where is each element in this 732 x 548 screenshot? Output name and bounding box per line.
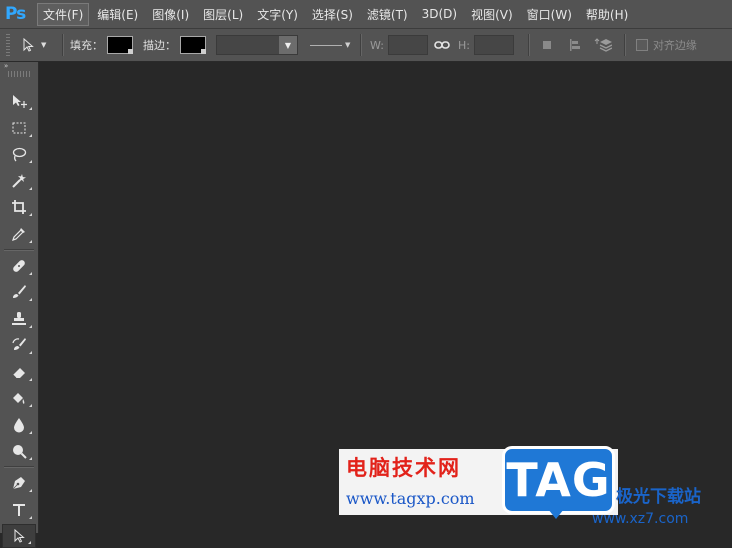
stroke-width-dropdown[interactable]: ▼ [216,35,298,55]
path-selection-tool[interactable] [2,524,36,548]
width-input[interactable] [387,35,428,55]
toolbox-divider [4,466,34,468]
stroke-line-preview [310,44,342,46]
stamp-icon [12,311,26,325]
path-select-arrow-icon [23,37,34,52]
lasso-icon [12,147,27,162]
paint-bucket-icon [13,393,25,404]
path-selection-arrow-icon [14,528,25,543]
watermark-site-name: 极光下载站 [616,487,701,507]
paint-bucket-tool[interactable] [2,386,36,410]
menu-edit[interactable]: 编辑(E) [91,3,144,26]
lasso-tool[interactable] [2,142,36,166]
menu-file[interactable]: 文件(F) [37,2,90,26]
collapse-toolbox-icon[interactable]: » [0,62,38,70]
menu-type[interactable]: 文字(Y) [251,3,304,26]
menu-select[interactable]: 选择(S) [306,3,359,26]
menu-bar: Ps 文件(F) 编辑(E) 图像(I) 图层(L) 文字(Y) 选择(S) 滤… [0,0,732,29]
watermark-title: 电脑技术网 [346,455,461,480]
divider [623,34,626,56]
brush-tool[interactable] [2,280,36,304]
healing-brush-tool[interactable] [2,254,36,278]
pen-tool[interactable] [2,471,36,495]
menu-window[interactable]: 窗口(W) [521,3,578,26]
checkbox-box[interactable] [635,39,648,51]
type-icon [13,503,25,516]
menu-view[interactable]: 视图(V) [465,3,519,26]
menu-help[interactable]: 帮助(H) [580,3,634,26]
height-input[interactable] [473,35,514,55]
toolbox: » [0,62,39,548]
magic-wand-tool[interactable] [2,169,36,193]
marquee-tool[interactable] [2,116,36,140]
chevron-down-icon: ▼ [41,41,47,49]
photoshop-logo: Ps [5,4,26,24]
watermark-site-url: www.xz7.com [592,511,689,527]
path-alignment-icon[interactable] [564,34,586,56]
path-operations-icon[interactable] [536,34,558,56]
history-brush-icon [12,338,26,350]
crop-icon [12,200,26,214]
history-brush-tool[interactable] [2,333,36,357]
width-label: W: [370,38,384,52]
clone-stamp-tool[interactable] [2,307,36,331]
align-edges-checkbox[interactable]: 对齐边缘 [635,37,697,53]
eyedropper-icon [12,227,25,241]
eraser-icon [12,367,25,378]
tool-preset-picker[interactable]: ▼ [20,37,56,53]
watermark-url: www.tagxp.com [346,489,475,508]
fill-label: 填充： [70,39,103,52]
type-tool[interactable] [2,498,36,522]
options-bar-grip[interactable] [6,34,10,56]
rectangular-marquee-icon [12,122,26,133]
stroke-type-dropdown[interactable]: ▼ [310,36,354,54]
toolbox-grip[interactable] [8,71,30,77]
chevron-down-icon: ▼ [345,41,351,49]
move-tool[interactable] [2,89,36,113]
path-arrangement-icon[interactable] [592,34,614,56]
divider [527,34,530,56]
align-edges-label: 对齐边缘 [652,39,697,52]
menu-layer[interactable]: 图层(L) [197,3,249,26]
menu-image[interactable]: 图像(I) [146,3,195,26]
menu-3d[interactable]: 3D(D) [416,4,463,24]
tag-badge-pointer [548,509,564,519]
dodge-tool[interactable] [2,439,36,463]
eyedropper-tool[interactable] [2,222,36,246]
menu-filter[interactable]: 滤镜(T) [361,3,414,26]
blur-tool[interactable] [2,413,36,437]
height-label: H: [457,38,470,52]
bandage-icon [13,259,25,272]
water-drop-icon [14,417,24,432]
divider [62,34,64,56]
chevron-down-icon: ▼ [279,36,297,54]
link-icon[interactable] [431,34,453,56]
tag-logo-badge: TAG [502,446,615,514]
fill-swatch[interactable] [107,36,133,54]
dodge-icon [13,445,27,459]
crop-tool[interactable] [2,195,36,219]
options-bar: ▼ 填充： 描边： ▼ ▼ W: H: 对齐边缘 [0,29,732,62]
eraser-tool[interactable] [2,360,36,384]
stroke-swatch[interactable] [180,36,206,54]
stroke-label: 描边： [143,39,176,52]
pen-icon [12,477,25,490]
brush-icon [13,285,26,298]
magic-wand-icon [12,173,26,188]
move-icon [13,95,27,108]
divider [360,34,362,56]
toolbox-divider [4,248,34,251]
